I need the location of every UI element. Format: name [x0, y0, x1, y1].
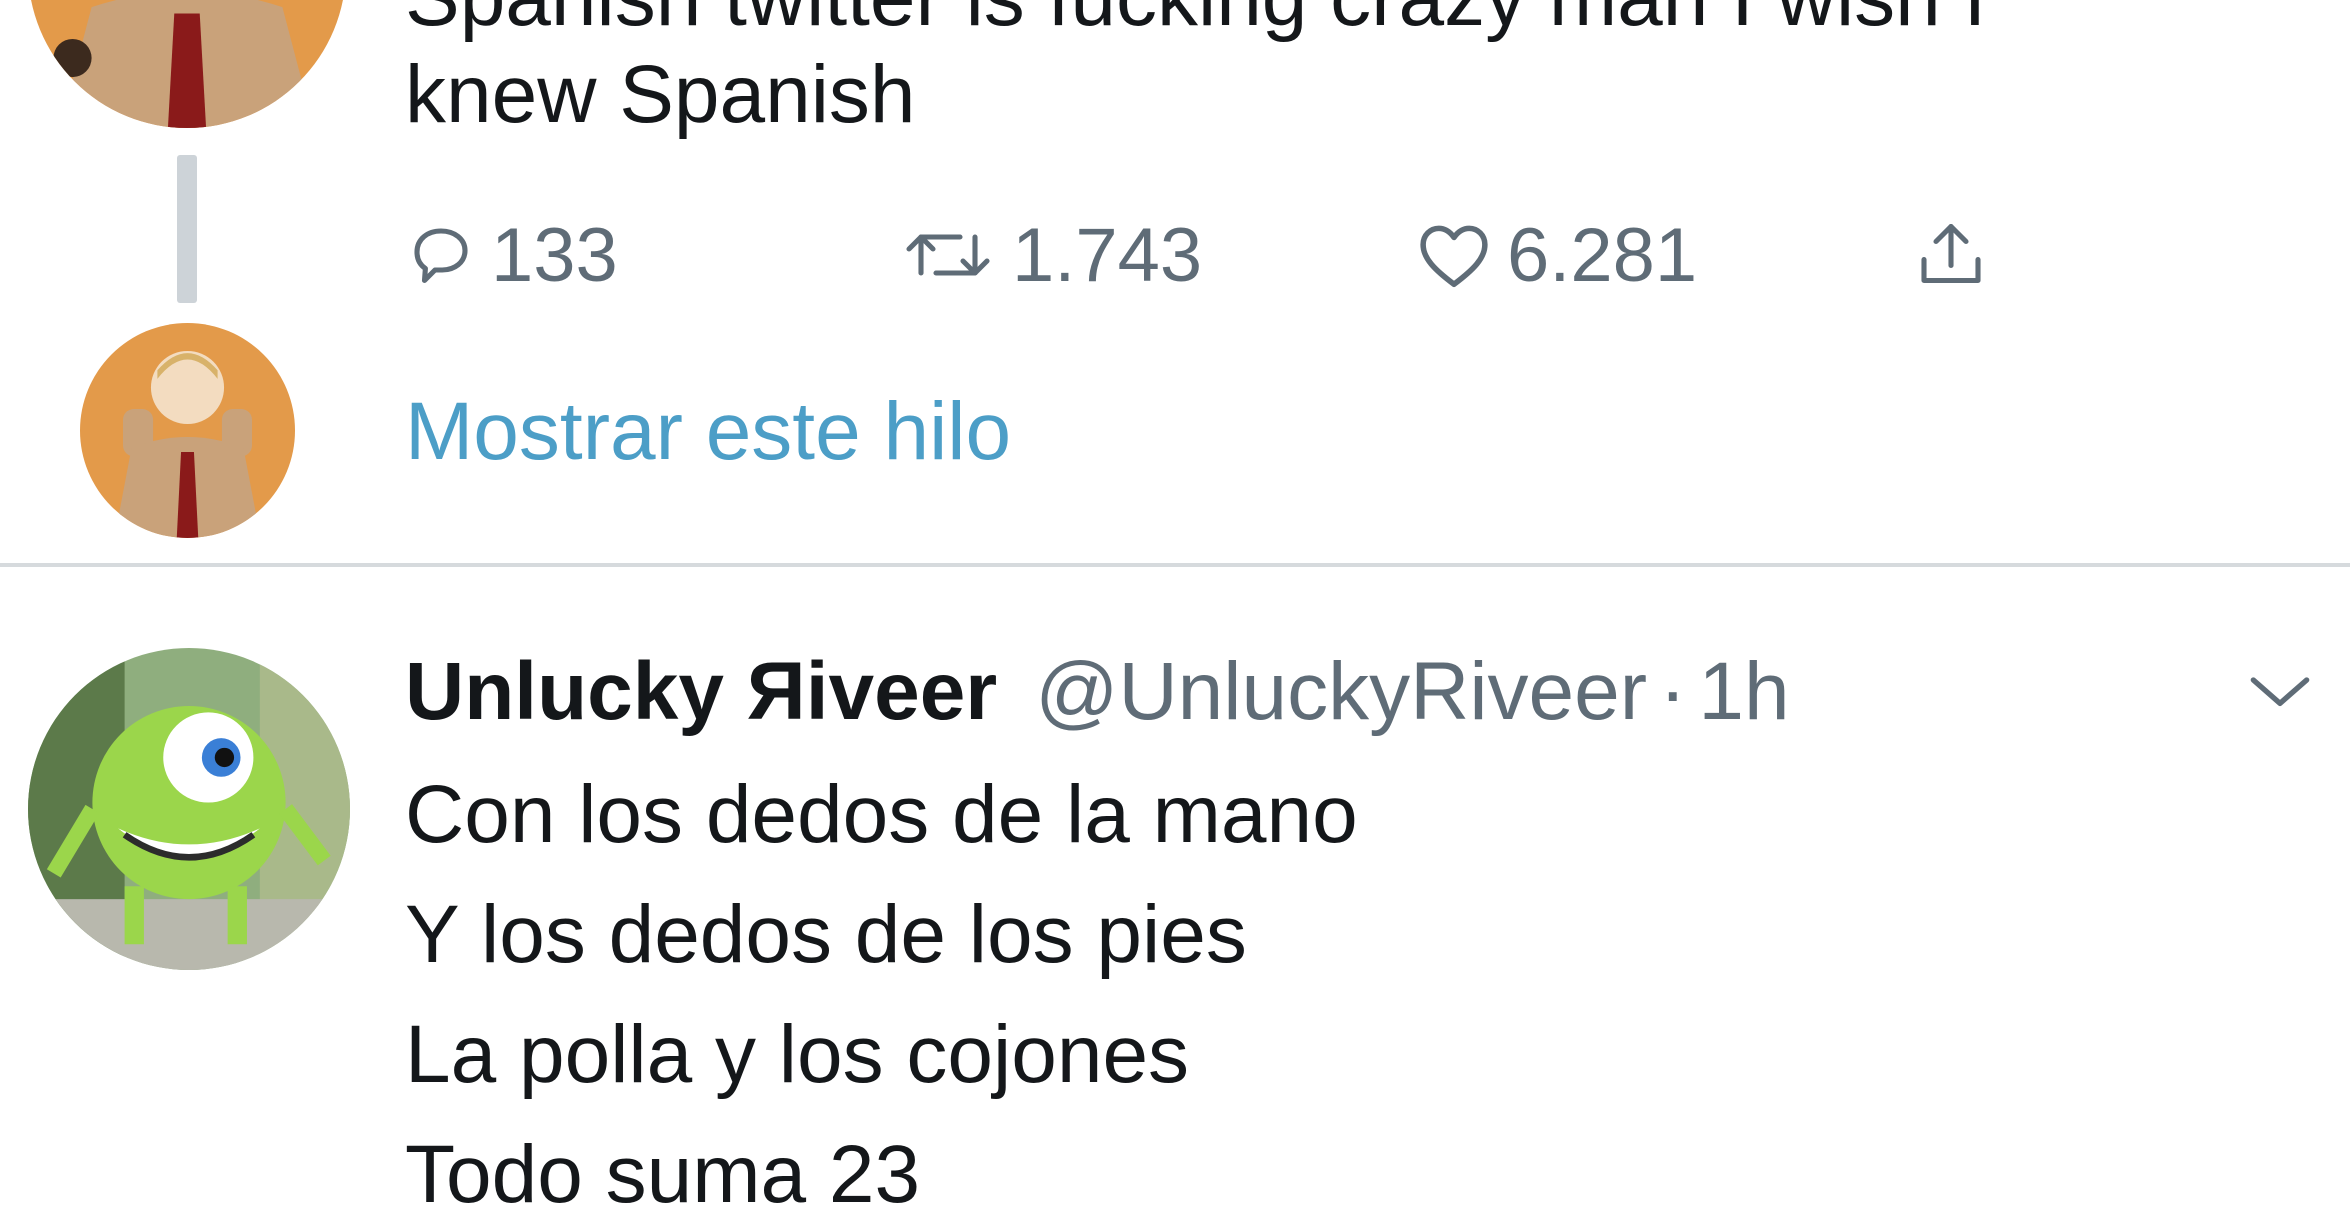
reply-text-line: Y los dedos de los pies [405, 889, 1247, 980]
share-icon [1915, 217, 1987, 293]
like-button[interactable]: 6.281 [1415, 200, 1697, 310]
tweet-divider [0, 563, 2350, 567]
show-thread-link[interactable]: Mostrar este hilo [405, 372, 1011, 492]
reply-count: 133 [491, 212, 618, 298]
share-button[interactable] [1915, 200, 1987, 310]
reply-text-line: La polla y los cojones [405, 1009, 1190, 1100]
reply-text-line: Todo suma 23 [405, 1129, 921, 1220]
thread-author-avatar[interactable] [80, 323, 295, 538]
reply-author-avatar[interactable] [28, 648, 350, 970]
reply-display-name[interactable]: Unlucky Яiveer [405, 645, 997, 739]
reply-timestamp[interactable]: 1h [1698, 645, 1789, 739]
heart-icon [1415, 219, 1493, 291]
speech-bubble-icon [405, 219, 477, 291]
thread-connector-line [177, 155, 197, 303]
tweet-thread: Spanish twitter is fucking crazy man I w… [0, 0, 2350, 1230]
reply-text-line: Con los dedos de la mano [405, 769, 1358, 860]
retweet-button[interactable]: 1.743 [898, 200, 1202, 310]
chevron-down-icon[interactable] [2240, 655, 2320, 725]
retweet-icon [898, 219, 998, 291]
retweet-count: 1.743 [1012, 212, 1203, 298]
reply-handle[interactable]: @UnluckyRiveer [1035, 645, 1647, 739]
reply-header: Unlucky Яiveer @UnluckyRiveer · 1h [405, 632, 1790, 752]
author-avatar[interactable] [28, 0, 346, 128]
header-separator: · [1659, 646, 1687, 737]
reply-button[interactable]: 133 [405, 200, 618, 310]
tweet-text-line: knew Spanish [405, 49, 916, 140]
like-count: 6.281 [1507, 212, 1698, 298]
